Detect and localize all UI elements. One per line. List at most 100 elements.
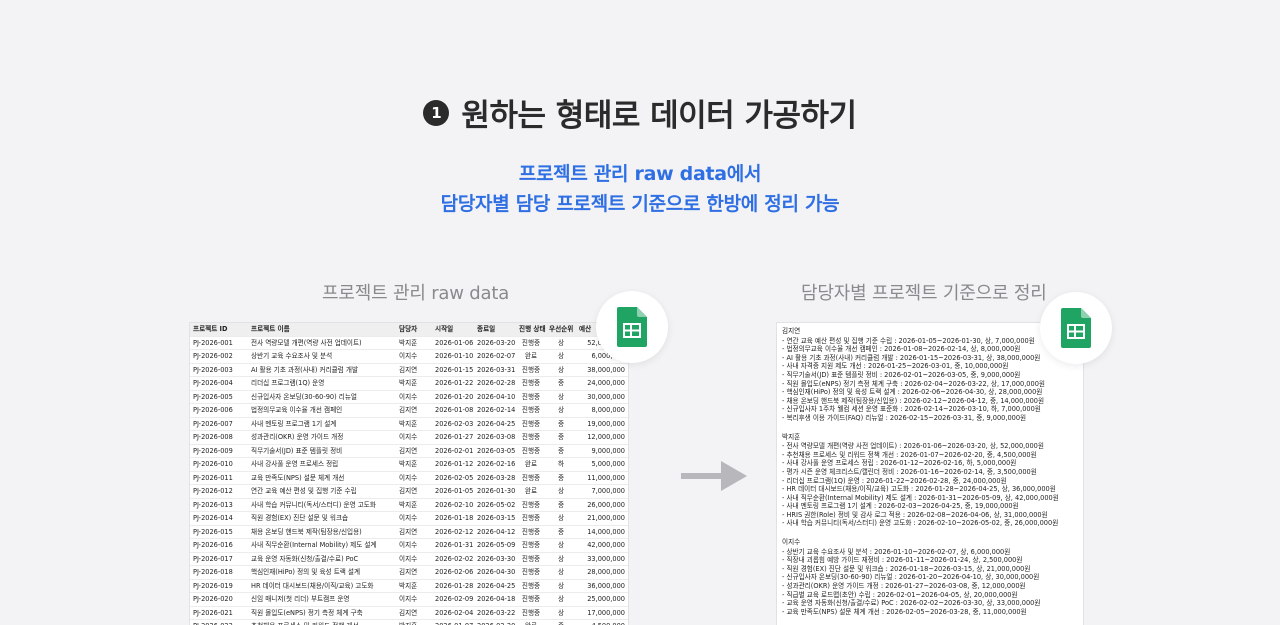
table-cell: 진행중 <box>516 376 546 391</box>
table-cell: 중 <box>546 444 576 458</box>
table-cell: 2026-02-01 <box>432 444 474 458</box>
table-cell: PJ-2026-009 <box>190 444 248 458</box>
table-cell: 상 <box>546 484 576 499</box>
table-cell: 2026-02-04 <box>432 606 474 620</box>
table-row: PJ-2026-002 상반기 교육 수요조사 및 분석 이지수 2026-01-10… <box>190 349 628 364</box>
table-cell: 이지수 <box>396 592 432 607</box>
table-cell: 상 <box>546 606 576 620</box>
table-row: PJ-2026-017 교육 운영 자동화(신청/출결/수료) PoC 이지수 202… <box>190 552 628 566</box>
table-cell: 전사 역량모델 개편(역량 사전 업데이트) <box>248 336 396 350</box>
table-cell: 중 <box>546 430 576 445</box>
assignee-name: 이지수 <box>782 538 801 547</box>
table-cell: 36,000,000 <box>576 579 628 593</box>
table-cell: 2026-04-25 <box>474 579 516 593</box>
table-cell: 26,000,000 <box>576 498 628 512</box>
table-cell: 박지훈 <box>396 417 432 431</box>
table-row: PJ-2026-003 AI 활용 기초 과정(사내) 커리큘럼 개발 김지연 202… <box>190 363 628 377</box>
table-cell: 진행중 <box>516 606 546 620</box>
table-row: PJ-2026-001 전사 역량모델 개편(역량 사전 업데이트) 박지훈 2026… <box>190 336 628 350</box>
table-cell: 2026-04-25 <box>474 417 516 431</box>
table-cell: 완료 <box>516 349 546 364</box>
subtitle-line-2: 담당자별 담당 프로젝트 기준으로 한방에 정리 가능 <box>440 193 840 215</box>
table-cell: 21,000,000 <box>576 511 628 526</box>
table-cell: 진행중 <box>516 417 546 431</box>
table-cell: 김지연 <box>396 403 432 418</box>
table-cell: PJ-2026-015 <box>190 525 248 539</box>
google-sheets-icon <box>1040 292 1112 364</box>
table-cell: 완료 <box>516 484 546 499</box>
assignee-group: 이지수 - 상반기 교육 수요조사 및 분석 : 2026-01-10~2026-… <box>782 538 1078 616</box>
table-cell: 상 <box>546 403 576 418</box>
table-cell: 완료 <box>516 619 546 625</box>
table-row: PJ-2026-010 사내 강사풀 운영 프로세스 정립 박지훈 2026-01-1… <box>190 457 628 472</box>
table-cell: 2026-02-12 <box>432 525 474 539</box>
table-cell: PJ-2026-012 <box>190 484 248 499</box>
table-cell: 완료 <box>516 457 546 472</box>
table-cell: 진행중 <box>516 592 546 607</box>
table-cell: 상 <box>546 336 576 350</box>
table-row: PJ-2026-015 채용 온보딩 핸드북 제작(팀장용/신입용) 김지연 2026… <box>190 525 628 539</box>
table-cell: 이지수 <box>396 471 432 485</box>
table-cell: 2026-03-15 <box>474 511 516 526</box>
table-row: PJ-2026-021 직원 몰입도(eNPS) 정기 측정 체계 구축 김지연 20… <box>190 606 628 620</box>
table-cell: HR 데이터 대시보드(채용/이직/교육) 고도화 <box>248 579 396 593</box>
table-cell: 2026-01-30 <box>474 484 516 499</box>
table-cell: 진행중 <box>516 538 546 553</box>
table-cell: 2026-01-07 <box>432 619 474 625</box>
table-cell: 상 <box>546 363 576 377</box>
organized-data-label: 담당자별 프로젝트 기준으로 정리 <box>801 283 1047 304</box>
table-cell: 사내 멘토링 프로그램 1기 설계 <box>248 417 396 431</box>
table-row: PJ-2026-006 법정의무교육 이수율 개선 캠페인 김지연 2026-01-0… <box>190 403 628 418</box>
table-cell: 19,000,000 <box>576 417 628 431</box>
table-cell: 진행중 <box>516 336 546 350</box>
table-cell: 2026-02-07 <box>474 349 516 364</box>
table-cell: PJ-2026-004 <box>190 376 248 391</box>
table-cell: 사내 학습 커뮤니티(독서/스터디) 운영 고도화 <box>248 498 396 512</box>
table-cell: 김지연 <box>396 484 432 499</box>
table-cell: 38,000,000 <box>576 363 628 377</box>
project-line: - 사내 멘토링 프로그램 1기 설계 : 2026-02-03~2026-04… <box>782 502 1019 511</box>
table-cell: 교육 만족도(NPS) 설문 체계 개선 <box>248 471 396 485</box>
table-cell: 신규입사자 온보딩(30-60-90) 리뉴얼 <box>248 390 396 404</box>
table-cell: 박지훈 <box>396 498 432 512</box>
table-cell: 중 <box>546 498 576 512</box>
table-cell: 2026-02-28 <box>474 376 516 391</box>
project-line: - 신규입사자 온보딩(30-60-90) 리뉴얼 : 2026-01-20~2… <box>782 573 1040 582</box>
table-row: PJ-2026-022추천채용 프로세스 및 리워드 정책 개선박지훈2026-… <box>190 619 628 625</box>
table-cell: 2026-01-10 <box>432 349 474 364</box>
table-row: PJ-2026-018 핵심인재(HiPo) 정의 및 육성 트랙 설계 김지연 20… <box>190 565 628 580</box>
table-cell: 상 <box>546 552 576 566</box>
table-cell: 17,000,000 <box>576 606 628 620</box>
project-line: - 평가 시즌 운영 체크리스트/캘린더 정비 : 2026-01-16~202… <box>782 467 1037 476</box>
table-row: PJ-2026-020 신임 매니저(첫 리더) 부트캠프 운영 이지수 2026-0… <box>190 592 628 607</box>
table-cell: 박지훈 <box>396 619 432 625</box>
table-cell: 상반기 교육 수요조사 및 분석 <box>248 349 396 364</box>
table-cell: 신임 매니저(첫 리더) 부트캠프 운영 <box>248 592 396 607</box>
project-line: - 사내 학습 커뮤니티(독서/스터디) 운영 고도화 : 2026-02-10… <box>782 519 1059 528</box>
table-cell: PJ-2026-014 <box>190 511 248 526</box>
table-cell: 상 <box>546 592 576 607</box>
table-cell: 이지수 <box>396 430 432 445</box>
table-row: PJ-2026-016 사내 직무순환(Internal Mobility) 제도… <box>190 538 628 553</box>
project-line: - 교육 운영 자동화(신청/출결/수료) PoC : 2026-02-02~2… <box>782 599 1041 608</box>
table-cell: 2026-01-28 <box>432 579 474 593</box>
table-cell: 2026-05-02 <box>474 498 516 512</box>
project-line: - 상반기 교육 수요조사 및 분석 : 2026-01-10~2026-02-… <box>782 547 1011 556</box>
project-line: - 직급별 교육 로드맵(초안) 수립 : 2026-02-01~2026-04… <box>782 590 1018 599</box>
table-cell: 상 <box>546 579 576 593</box>
column-header: 프로젝트 ID <box>190 323 248 337</box>
table-cell: 상 <box>546 565 576 580</box>
table-cell: PJ-2026-021 <box>190 606 248 620</box>
table-cell: 2026-01-06 <box>432 336 474 350</box>
table-cell: 김지연 <box>396 444 432 458</box>
table-cell: 박지훈 <box>396 336 432 350</box>
table-cell: 2026-03-08 <box>474 430 516 445</box>
assignee-name: 김지연 <box>782 327 801 335</box>
table-cell: 채용 온보딩 핸드북 제작(팀장용/신입용) <box>248 525 396 539</box>
table-cell: PJ-2026-013 <box>190 498 248 512</box>
table-cell: 2026-03-22 <box>474 606 516 620</box>
table-cell: 직원 몰입도(eNPS) 정기 측정 체계 구축 <box>248 606 396 620</box>
table-cell: 교육 운영 자동화(신청/출결/수료) PoC <box>248 552 396 566</box>
table-cell: 진행중 <box>516 498 546 512</box>
project-line: - 신규입사자 1주차 웰컴 세션 운영 표준화 : 2026-02-14~20… <box>782 405 1041 414</box>
